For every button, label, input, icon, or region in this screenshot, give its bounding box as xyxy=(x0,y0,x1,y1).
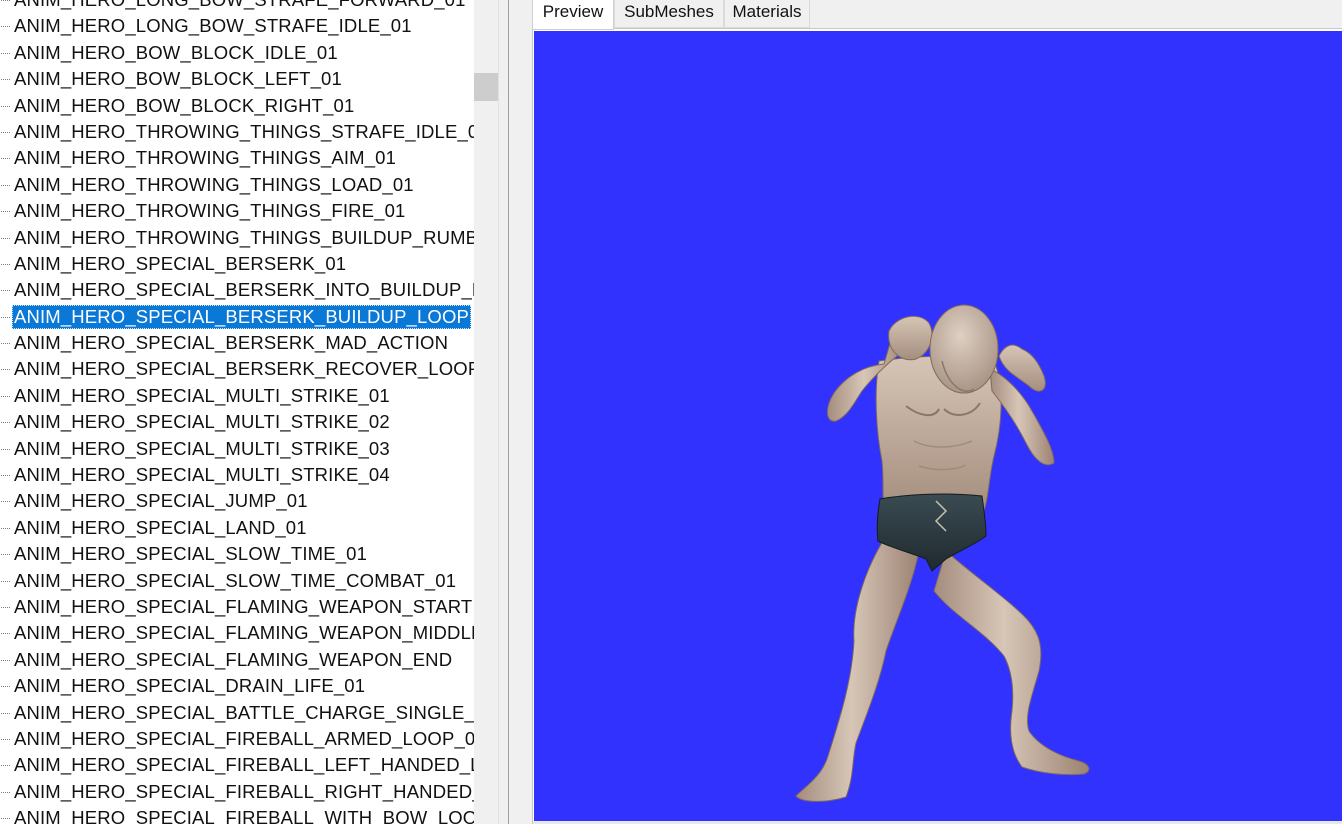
tree-item-label: ANIM_HERO_LONG_BOW_STRAFE_IDLE_01 xyxy=(14,15,412,37)
animation-tree-panel: ANIM_HERO_LONG_BOW_STRAFE_FORWARD_01 ANIM… xyxy=(0,0,474,824)
tree-item-label: ANIM_HERO_BOW_BLOCK_RIGHT_01 xyxy=(14,94,355,116)
tree-connector-line xyxy=(1,686,10,688)
tree-connector-line xyxy=(1,343,10,345)
tree-item-label: ANIM_HERO_SPECIAL_BATTLE_CHARGE_SINGLE_P… xyxy=(14,701,474,723)
tree-connector-line xyxy=(1,395,10,397)
3d-preview-viewport[interactable] xyxy=(534,31,1342,821)
tree-connector-line xyxy=(1,606,10,608)
tree-connector-line xyxy=(1,475,10,477)
tree-item-label: ANIM_HERO_SPECIAL_BERSERK_MAD_ACTION xyxy=(14,332,449,354)
scrollbar-thumb[interactable] xyxy=(474,73,498,101)
tree-connector-line xyxy=(1,158,10,160)
tree-item-label: ANIM_HERO_SPECIAL_BERSERK_RECOVER_LOOP xyxy=(14,358,474,380)
animation-browser-window: ANIM_HERO_LONG_BOW_STRAFE_FORWARD_01 ANIM… xyxy=(0,0,1342,824)
tree-item-label: ANIM_HERO_SPECIAL_MULTI_STRIKE_04 xyxy=(14,464,390,486)
panel-splitter[interactable] xyxy=(498,0,512,824)
tree-connector-line xyxy=(1,263,10,265)
tree-item-label: ANIM_HERO_SPECIAL_MULTI_STRIKE_03 xyxy=(14,437,390,459)
tree-item-label: ANIM_HERO_SPECIAL_MULTI_STRIKE_01 xyxy=(14,384,390,406)
tree-item-label: ANIM_HERO_SPECIAL_FIREBALL_WITH_BOW_LOOP xyxy=(14,807,474,824)
tree-connector-line xyxy=(1,527,10,529)
tree-item-label: ANIM_HERO_SPECIAL_BERSERK_INTO_BUILDUP_L… xyxy=(14,279,474,301)
tree-connector-line xyxy=(1,131,10,133)
tree-connector-line xyxy=(1,316,10,318)
tree-item-label: ANIM_HERO_SPECIAL_BERSERK_01 xyxy=(14,252,347,274)
tree-item-label: ANIM_HERO_SPECIAL_BERSERK_BUILDUP_LOOP xyxy=(12,304,472,329)
tree-connector-line xyxy=(1,422,10,424)
tree-item-label: ANIM_HERO_SPECIAL_JUMP_01 xyxy=(14,490,308,512)
tree-connector-line xyxy=(1,554,10,556)
tree-connector-line xyxy=(1,211,10,213)
tree-item-label: ANIM_HERO_SPECIAL_SLOW_TIME_01 xyxy=(14,543,368,565)
hero-head xyxy=(929,304,999,394)
tree-connector-line xyxy=(1,369,10,371)
tree-connector-line xyxy=(1,659,10,661)
tree-item-label: ANIM_HERO_THROWING_THINGS_STRAFE_IDLE_01 xyxy=(14,120,474,142)
tree-connector-line xyxy=(1,290,10,292)
tree-connector-line xyxy=(1,738,10,740)
hero-left-leg xyxy=(795,535,920,802)
tree-connector-line xyxy=(1,237,10,239)
tab-materials[interactable]: Materials xyxy=(724,0,810,28)
tree-item-label: ANIM_HERO_BOW_BLOCK_IDLE_01 xyxy=(14,41,338,63)
tree-connector-line xyxy=(1,633,10,635)
tree-item-label: ANIM_HERO_SPECIAL_FIREBALL_ARMED_LOOP_01 xyxy=(14,727,474,749)
hero-right-leg xyxy=(933,550,1090,776)
tree-item-label: ANIM_HERO_LONG_BOW_STRAFE_FORWARD_01 xyxy=(12,0,468,12)
tree-connector-line xyxy=(1,52,10,54)
tree-vertical-scrollbar[interactable] xyxy=(474,0,498,824)
tree-connector-line xyxy=(1,448,10,450)
tree-connector-line xyxy=(1,0,10,1)
tree-connector-line xyxy=(1,765,10,767)
tab-preview[interactable]: Preview xyxy=(532,0,614,30)
preview-pane: Preview SubMeshes Materials xyxy=(512,0,1342,824)
tree-connector-line xyxy=(1,79,10,81)
tree-item-label: ANIM_HERO_THROWING_THINGS_LOAD_01 xyxy=(14,173,414,195)
tree-item-label: ANIM_HERO_SPECIAL_FIREBALL_RIGHT_HANDED_… xyxy=(14,780,474,802)
tree-item-label: ANIM_HERO_SPECIAL_MULTI_STRIKE_02 xyxy=(14,411,390,433)
tree-item-label: ANIM_HERO_SPECIAL_FLAMING_WEAPON_MIDDLE xyxy=(14,622,474,644)
tree-connector-line xyxy=(1,818,10,820)
tree-item-label: ANIM_HERO_THROWING_THINGS_FIRE_01 xyxy=(14,200,406,222)
tree-item-label: ANIM_HERO_SPECIAL_LAND_01 xyxy=(14,516,307,538)
tree-connector-line xyxy=(1,712,10,714)
tree-item-label: ANIM_HERO_SPECIAL_SLOW_TIME_COMBAT_01 xyxy=(14,569,457,591)
tree-item-label: ANIM_HERO_SPECIAL_FLAMING_WEAPON_START xyxy=(14,595,473,617)
tree-connector-line xyxy=(1,105,10,107)
hero-model-render xyxy=(795,304,1090,802)
tree-item-label: ANIM_HERO_THROWING_THINGS_AIM_01 xyxy=(14,147,397,169)
tab-submeshes[interactable]: SubMeshes xyxy=(614,0,724,28)
tree-connector-line xyxy=(1,791,10,793)
tree-connector-line xyxy=(1,501,10,503)
preview-viewport-frame xyxy=(532,28,1342,824)
tree-item-label: ANIM_HERO_BOW_BLOCK_LEFT_01 xyxy=(14,68,342,90)
tree-item-label: ANIM_HERO_THROWING_THINGS_BUILDUP_RUMBLE xyxy=(14,226,474,248)
tree-item-label: ANIM_HERO_SPECIAL_FIREBALL_LEFT_HANDED_L… xyxy=(14,754,474,776)
tree-connector-line xyxy=(1,26,10,28)
tree-connector-line xyxy=(1,184,10,186)
tree-item-label: ANIM_HERO_SPECIAL_DRAIN_LIFE_01 xyxy=(14,675,366,697)
tree-connector-line xyxy=(1,580,10,582)
splitter-line xyxy=(508,0,509,824)
tree-item-label: ANIM_HERO_SPECIAL_FLAMING_WEAPON_END xyxy=(14,648,453,670)
